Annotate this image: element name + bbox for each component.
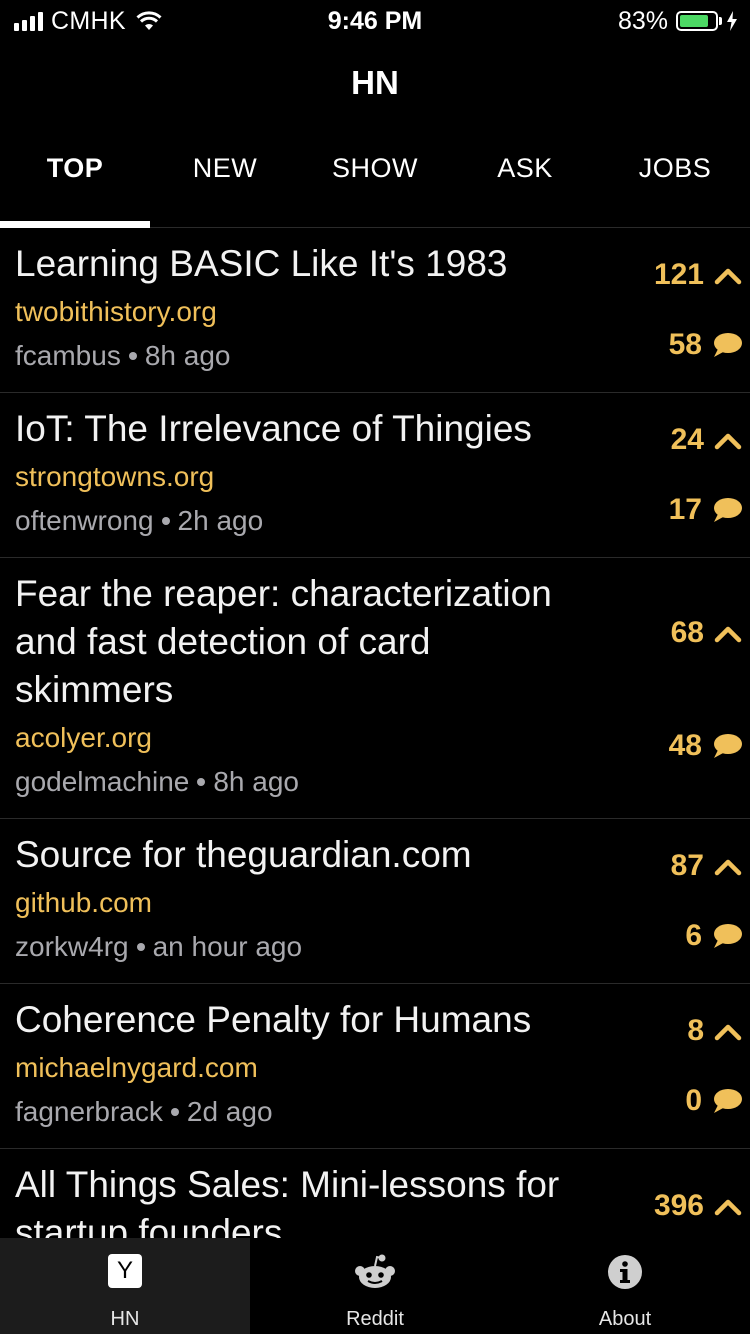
battery-percent: 83% <box>617 6 668 35</box>
tab-new[interactable]: NEW <box>150 140 300 227</box>
points-button[interactable]: 87 <box>671 849 742 883</box>
story-author[interactable]: zorkw4rg <box>15 931 129 962</box>
story-stats: 396 <box>602 1149 742 1238</box>
comments-button[interactable]: 17 <box>669 493 742 527</box>
upvote-icon <box>714 1024 742 1041</box>
status-right: 83% <box>618 6 738 36</box>
story-stats: 87 6 <box>602 819 742 983</box>
story-stats: 24 17 <box>602 393 742 557</box>
y-combinator-icon: Y <box>108 1254 142 1288</box>
tab-show[interactable]: SHOW <box>300 140 450 227</box>
story-row[interactable]: Learning BASIC Like It's 1983 twobithisto… <box>0 228 750 393</box>
bottom-tab-bar: Y HN Reddit About <box>0 1238 750 1334</box>
battery-level <box>680 15 709 27</box>
tab-ask[interactable]: ASK <box>450 140 600 227</box>
story-row[interactable]: Coherence Penalty for Humans michaelnygar… <box>0 984 750 1149</box>
upvote-icon <box>714 433 742 450</box>
separator-dot <box>197 777 206 786</box>
story-age: 8h ago <box>213 766 299 797</box>
separator-dot <box>136 942 145 951</box>
story-row[interactable]: IoT: The Irrelevance of Thingies strongto… <box>0 393 750 558</box>
story-title[interactable]: Fear the reaper: characterization and fa… <box>15 570 595 714</box>
comments-count: 0 <box>685 1084 702 1117</box>
story-stats: 121 58 <box>602 228 742 392</box>
points-count: 121 <box>653 258 704 291</box>
info-icon <box>608 1255 642 1289</box>
story-age: an hour ago <box>152 931 303 962</box>
comment-icon <box>714 1089 742 1113</box>
points-count: 68 <box>670 616 704 649</box>
battery-icon <box>676 11 718 31</box>
points-count: 87 <box>670 849 704 882</box>
comments-button[interactable]: 0 <box>685 1084 742 1118</box>
tab-jobs[interactable]: JOBS <box>600 140 750 227</box>
upvote-icon <box>714 859 742 876</box>
separator-dot <box>128 351 137 360</box>
comment-icon <box>714 498 742 522</box>
reddit-icon <box>355 1254 395 1288</box>
points-count: 8 <box>687 1014 704 1047</box>
upvote-icon <box>714 268 742 285</box>
points-button[interactable]: 396 <box>654 1189 742 1223</box>
page-title: HN <box>351 64 399 101</box>
story-title[interactable]: Learning BASIC Like It's 1983 <box>15 240 595 288</box>
comments-count: 17 <box>668 493 702 526</box>
battery-cap <box>719 17 722 25</box>
comments-button[interactable]: 48 <box>669 729 742 763</box>
story-title[interactable]: Source for theguardian.com <box>15 831 595 879</box>
story-row[interactable]: Fear the reaper: characterization and fa… <box>0 558 750 819</box>
comments-button[interactable]: 58 <box>669 328 742 362</box>
tabbar-item-hn[interactable]: Y HN <box>0 1238 250 1334</box>
tabbar-item-reddit[interactable]: Reddit <box>250 1238 500 1334</box>
story-row[interactable]: Source for theguardian.com github.com zork… <box>0 819 750 984</box>
tabbar-item-about[interactable]: About <box>500 1238 750 1334</box>
points-count: 396 <box>653 1189 704 1222</box>
tabbar-label-reddit: Reddit <box>346 1308 404 1330</box>
points-button[interactable]: 68 <box>671 616 742 650</box>
charging-bolt-icon <box>727 11 737 31</box>
comments-count: 6 <box>685 919 702 952</box>
separator-dot <box>161 516 170 525</box>
tabbar-label-about: About <box>598 1308 652 1330</box>
story-author[interactable]: godelmachine <box>15 766 189 797</box>
story-author[interactable]: fagnerbrack <box>15 1096 163 1127</box>
story-author[interactable]: fcambus <box>15 340 121 371</box>
points-button[interactable]: 8 <box>687 1014 742 1048</box>
comments-count: 48 <box>668 729 702 762</box>
story-age: 2d ago <box>186 1096 273 1127</box>
points-button[interactable]: 121 <box>654 258 742 292</box>
status-bar: CMHK 9:46 PM 83% <box>0 0 750 40</box>
feed-tabs: TOP NEW SHOW ASK JOBS <box>0 140 750 228</box>
upvote-icon <box>714 626 742 643</box>
comment-icon <box>714 734 742 758</box>
comments-count: 58 <box>668 328 702 361</box>
story-stats: 80 <box>602 984 742 1148</box>
tabbar-label-hn: HN <box>110 1308 140 1330</box>
points-count: 24 <box>670 423 704 456</box>
tab-top[interactable]: TOP <box>0 140 150 228</box>
comments-button[interactable]: 6 <box>685 919 742 953</box>
separator-dot <box>170 1107 179 1116</box>
upvote-icon <box>714 1199 742 1216</box>
story-title[interactable]: IoT: The Irrelevance of Thingies <box>15 405 595 453</box>
story-title[interactable]: Coherence Penalty for Humans <box>15 996 595 1044</box>
story-list: Learning BASIC Like It's 1983 twobithisto… <box>0 228 750 1238</box>
comment-icon <box>714 924 742 948</box>
story-author[interactable]: oftenwrong <box>15 505 154 536</box>
story-title[interactable]: All Things Sales: Mini-lessons for start… <box>15 1161 595 1238</box>
comment-icon <box>714 333 742 357</box>
story-age: 8h ago <box>144 340 231 371</box>
story-stats: 68 48 <box>602 558 742 818</box>
story-row[interactable]: All Things Sales: Mini-lessons for start… <box>0 1149 750 1238</box>
story-age: 2h ago <box>177 505 264 536</box>
points-button[interactable]: 24 <box>671 423 742 457</box>
